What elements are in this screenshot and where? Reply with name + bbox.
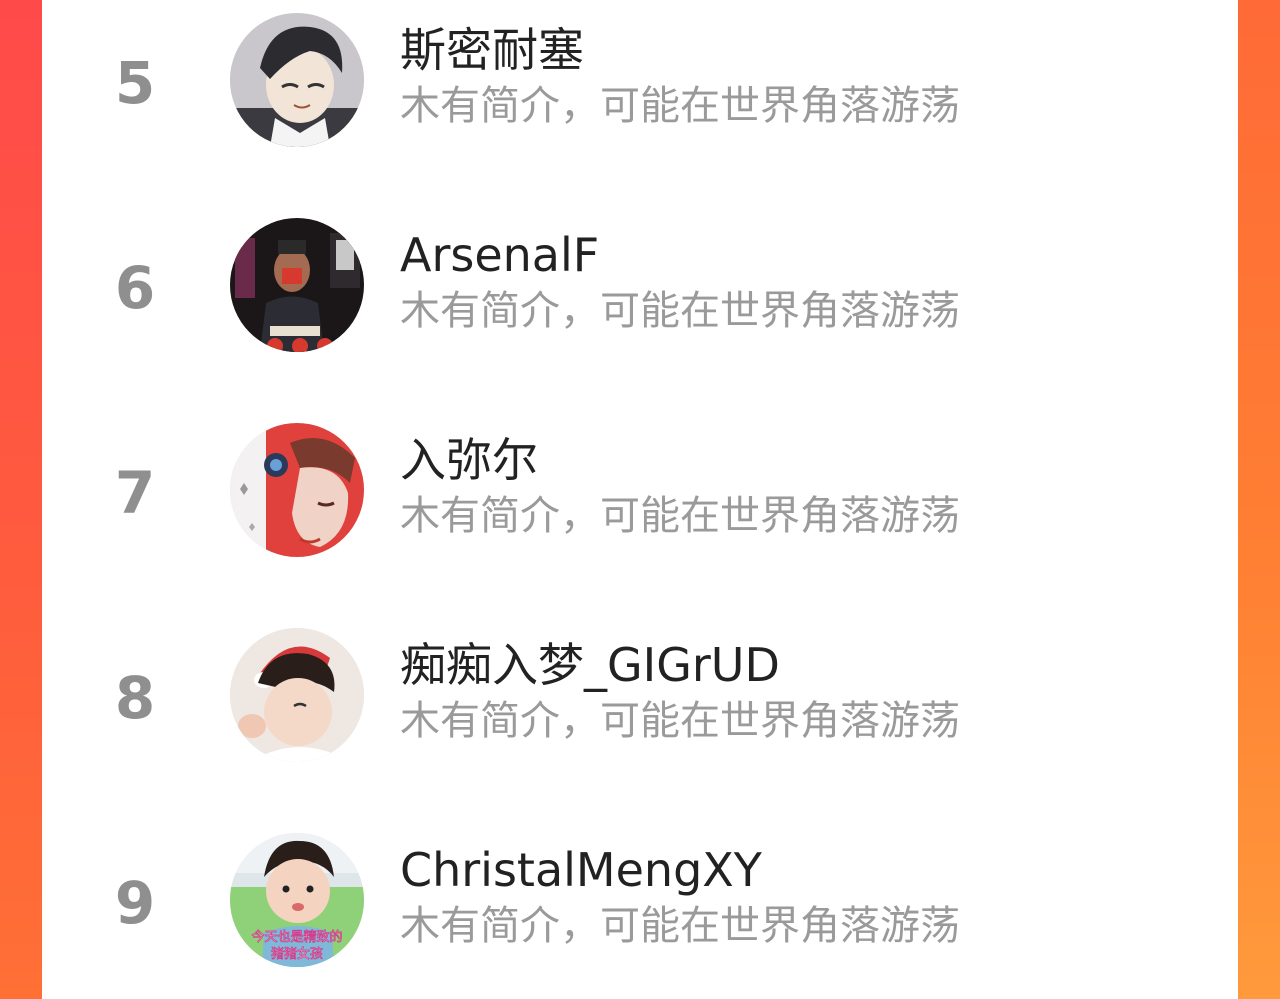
santa-hat-child-avatar-icon — [230, 628, 364, 762]
avatar[interactable] — [230, 628, 364, 762]
avatar[interactable]: 今天也是精致的 猪猪女孩 — [230, 833, 364, 967]
user-name: 入弥尔 — [400, 433, 538, 487]
illustrated-boy-avatar-icon — [230, 423, 364, 557]
anime-boy-avatar-icon — [230, 13, 364, 147]
list-item[interactable]: 6 ArsenalF 木有简介，可能在世界角落游荡 — [42, 205, 1238, 365]
toddler-girl-avatar-icon: 今天也是精致的 猪猪女孩 — [230, 833, 364, 967]
user-name: 痴痴入梦_GIGrUD — [400, 638, 780, 692]
avatar[interactable] — [230, 423, 364, 557]
avatar-caption-line2: 猪猪女孩 — [271, 946, 323, 962]
user-name: 斯密耐塞 — [400, 23, 584, 77]
user-name: ChristalMengXY — [400, 843, 762, 897]
user-name: ArsenalF — [400, 228, 600, 282]
rank-number: 7 — [114, 459, 156, 527]
left-accent-bar — [0, 0, 42, 999]
list-item[interactable]: 8 痴痴入梦_GIGrUD 木有简介，可能在世界角落游荡 — [42, 615, 1238, 775]
user-description: 木有简介，可能在世界角落游荡 — [400, 698, 960, 744]
list-item[interactable]: 5 斯密耐塞 木有简介，可能在世界角落游荡 — [42, 0, 1238, 160]
ranking-list: 5 斯密耐塞 木有简介，可能在世界角落游荡 6 ArsenalF 木有简介，可能… — [42, 0, 1238, 999]
user-description: 木有简介，可能在世界角落游荡 — [400, 493, 960, 539]
list-item[interactable]: 7 入弥尔 木有简介，可能在世界角落游荡 — [42, 410, 1238, 570]
avatar[interactable] — [230, 13, 364, 147]
list-item[interactable]: 9 今天也是精致的 猪猪女孩 ChristalMengXY 木有简介，可能在世界… — [42, 820, 1238, 980]
rank-number: 5 — [114, 49, 156, 117]
rank-number: 6 — [114, 254, 156, 322]
user-description: 木有简介，可能在世界角落游荡 — [400, 288, 960, 334]
user-description: 木有简介，可能在世界角落游荡 — [400, 903, 960, 949]
avatar-caption-line1: 今天也是精致的 — [251, 929, 342, 945]
user-description: 木有简介，可能在世界角落游荡 — [400, 83, 960, 129]
masked-person-avatar-icon — [230, 218, 364, 352]
rank-number: 9 — [114, 869, 156, 937]
avatar[interactable] — [230, 218, 364, 352]
rank-number: 8 — [114, 664, 156, 732]
right-accent-bar — [1238, 0, 1280, 999]
